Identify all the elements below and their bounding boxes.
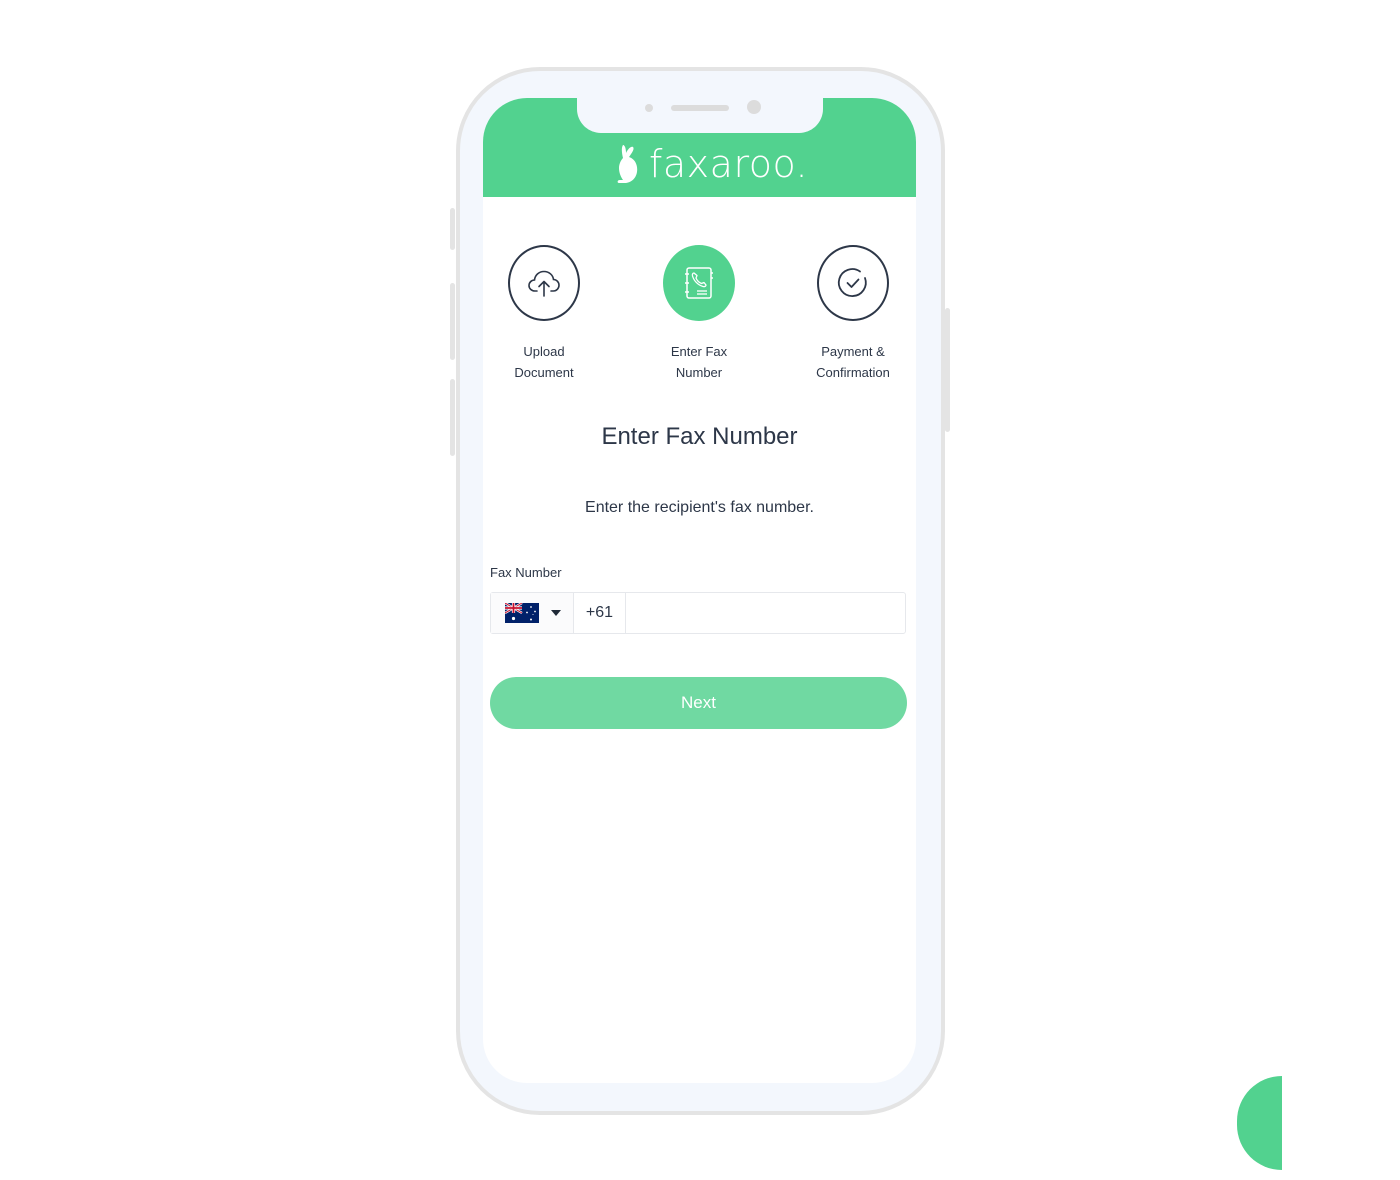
phone-power-button xyxy=(945,308,950,432)
dial-code: +61 xyxy=(574,593,626,633)
step-enter-fax-number[interactable]: Enter Fax Number xyxy=(639,245,759,383)
page-title: Enter Fax Number xyxy=(601,423,798,450)
camera-dot xyxy=(747,100,761,114)
speaker-grille xyxy=(671,105,729,111)
phone-side-button xyxy=(450,379,455,456)
check-circle-icon xyxy=(837,268,867,297)
australia-flag-icon xyxy=(505,603,539,623)
fax-number-label: Fax Number xyxy=(490,565,562,580)
cloud-upload-icon xyxy=(528,270,560,297)
step-circle xyxy=(817,245,889,321)
fax-number-input[interactable] xyxy=(626,593,905,633)
step-label-line: Number xyxy=(675,365,723,380)
step-label-line: Confirmation xyxy=(816,365,890,380)
chevron-down-icon xyxy=(551,610,561,616)
sensor-dot xyxy=(645,104,653,112)
phone-notch xyxy=(577,98,823,133)
phone-side-button xyxy=(450,283,455,360)
step-circle xyxy=(508,245,580,321)
country-selector[interactable] xyxy=(491,593,574,633)
step-upload-document[interactable]: Upload Document xyxy=(484,245,604,383)
next-button[interactable]: Next xyxy=(490,677,907,729)
fax-number-field: +61 xyxy=(490,592,906,634)
step-label-line: Document xyxy=(514,365,574,380)
phone-book-icon xyxy=(685,267,713,299)
step-label: Payment & Confirmation xyxy=(793,341,913,383)
page-subtitle: Enter the recipient's fax number. xyxy=(585,499,814,516)
step-label: Enter Fax Number xyxy=(639,341,759,383)
step-label-line: Upload xyxy=(523,344,565,359)
brand-logo[interactable]: faxaroo. xyxy=(613,142,808,186)
step-payment-confirmation[interactable]: Payment & Confirmation xyxy=(793,245,913,383)
step-label-line: Payment & xyxy=(821,344,885,359)
kangaroo-logo-icon xyxy=(617,145,638,183)
step-label-line: Enter Fax xyxy=(670,344,728,359)
phone-screen: faxaroo. Upload Document Enter Fax Numbe… xyxy=(483,98,916,1083)
phone-side-button xyxy=(450,208,455,250)
chat-widget-button[interactable] xyxy=(1237,1076,1282,1170)
step-label: Upload Document xyxy=(484,341,604,383)
step-circle-active xyxy=(663,245,735,321)
brand-name: faxaroo. xyxy=(649,142,809,186)
